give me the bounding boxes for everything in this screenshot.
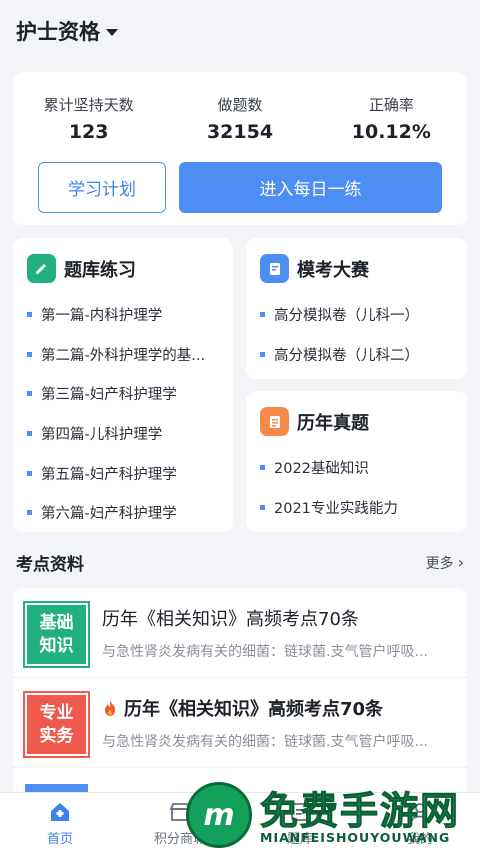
home-icon [51,802,69,821]
tab-label: 积分商城 [153,831,206,847]
list-item[interactable]: 第五篇-妇产科护理学 [27,453,233,493]
key-points-title: 考点资料 [16,555,84,575]
past-papers-card: 历年真题 2022基础知识 2021专业实践能力 [246,391,467,532]
daily-practice-button[interactable]: 进入每日一练 [179,162,442,213]
practice-title: 题库练习 [64,259,136,281]
stat-days: 累计坚持天数 123 [13,94,164,143]
stat-value: 32154 [206,121,274,143]
list-item-label: 第二篇-外科护理学的基... [41,347,206,364]
item-title: 历年《相关知识》高频考点70条 [102,609,359,630]
list-item-label: 第四篇-儿科护理学 [41,427,163,444]
badge-line: 知识 [39,635,74,656]
past-header[interactable]: 历年真题 [246,391,467,436]
list-item[interactable]: 第二篇-外科护理学的基... [27,335,233,375]
bottom-tab-bar: 首页 积分商城 题库 我的 [0,792,480,853]
list-item-label: 高分模拟卷（儿科一） [274,308,419,325]
list-item-label: 2021专业实践能力 [274,500,398,517]
list-item[interactable]: 基础 知识 历年《相关知识》高频考点70条 与急性肾炎发病有关的细菌：链球菌.支… [13,588,467,678]
item-description: 与急性肾炎发病有关的细菌：链球菌.支气管户呼吸... [102,644,428,660]
list-item[interactable]: 第三篇-妇产科护理学 [27,374,233,414]
bullet-icon [27,431,32,437]
list-item[interactable]: 2022基础知识 [260,448,467,488]
list-item-label: 第五篇-妇产科护理学 [41,466,177,483]
stat-label: 做题数 [217,96,263,114]
tab-label: 题库 [286,831,313,847]
more-link[interactable]: 更多 › [426,553,464,573]
list-item[interactable]: 专业 实务 历年《相关知识》高频考点70条 与急性肾炎发病有关的细菌：链球菌.支… [13,678,467,768]
past-title: 历年真题 [297,412,369,434]
list-item-label: 第三篇-妇产科护理学 [41,387,177,404]
study-plan-button[interactable]: 学习计划 [38,162,166,213]
tab-points-mall[interactable]: 积分商城 [120,793,240,853]
user-icon [411,802,429,821]
mock-title: 模考大赛 [297,259,369,281]
list-item-label: 高分模拟卷（儿科二） [274,347,419,364]
stat-value: 123 [68,121,109,143]
more-label: 更多 [425,555,454,572]
caret-down-icon[interactable] [106,28,118,36]
bullet-icon [260,312,265,318]
bullet-icon [27,351,32,357]
stat-accuracy: 正确率 10.12% [316,94,467,143]
document-icon [260,254,289,283]
stat-questions: 做题数 32154 [164,94,315,143]
bullet-icon [260,465,265,471]
list-item[interactable]: 第六篇-妇产科护理学 [27,493,233,533]
badge-line: 专业 [39,702,74,723]
list-item[interactable]: 2021专业实践能力 [260,488,467,528]
category-badge: 专业 实务 [23,691,90,758]
bullet-icon [27,510,32,516]
paper-icon [260,407,289,436]
mock-exam-card: 模考大赛 高分模拟卷（儿科一） 高分模拟卷（儿科二） [246,238,467,379]
top-bar: 护士资格 [0,0,480,62]
pencil-icon [27,254,56,283]
item-title: 历年《相关知识》高频考点70条 [124,699,384,720]
fire-icon [105,700,115,716]
item-title-row: 历年《相关知识》高频考点70条 [102,695,452,721]
list-item-label: 2022基础知识 [274,461,369,478]
tab-mine[interactable]: 我的 [360,793,480,853]
tab-question-bank[interactable]: 题库 [240,793,360,853]
bullet-icon [260,504,265,510]
exam-selector-title[interactable]: 护士资格 [16,16,100,46]
bullet-icon [260,351,265,357]
list-item-label: 第一篇-内科护理学 [41,308,163,325]
bullet-icon [27,312,32,318]
list-item[interactable]: 第四篇-儿科护理学 [27,414,233,454]
bullet-icon [27,470,32,476]
badge-line: 基础 [39,612,74,633]
stat-value: 10.12% [351,121,431,143]
stat-label: 累计坚持天数 [43,96,134,114]
bullet-icon [27,391,32,397]
list-item[interactable]: 第一篇-内科护理学 [27,295,233,335]
book-icon [291,802,309,821]
tab-home[interactable]: 首页 [0,793,120,853]
list-item-label: 第六篇-妇产科护理学 [41,506,177,523]
list-item[interactable]: 高分模拟卷（儿科一） [260,295,467,335]
category-badge: 基础 知识 [23,601,90,668]
mock-header[interactable]: 模考大赛 [246,238,467,283]
practice-header[interactable]: 题库练习 [13,238,233,283]
shop-icon [169,802,191,821]
key-points-card: 基础 知识 历年《相关知识》高频考点70条 与急性肾炎发病有关的细菌：链球菌.支… [13,588,467,808]
tab-label: 首页 [46,831,73,847]
stats-card: 累计坚持天数 123 做题数 32154 正确率 10.12% 学习计划 进入每… [13,72,467,225]
item-description: 与急性肾炎发病有关的细菌：链球菌.支气管户呼吸... [102,734,428,750]
key-points-header: 考点资料 更多 › [16,550,464,575]
list-item[interactable]: 高分模拟卷（儿科二） [260,335,467,375]
badge-line: 实务 [39,725,74,746]
chevron-right-icon: › [457,553,464,572]
tab-label: 我的 [406,831,433,847]
practice-card: 题库练习 第一篇-内科护理学 第二篇-外科护理学的基... 第三篇-妇产科护理学… [13,238,233,532]
stat-label: 正确率 [368,96,414,114]
